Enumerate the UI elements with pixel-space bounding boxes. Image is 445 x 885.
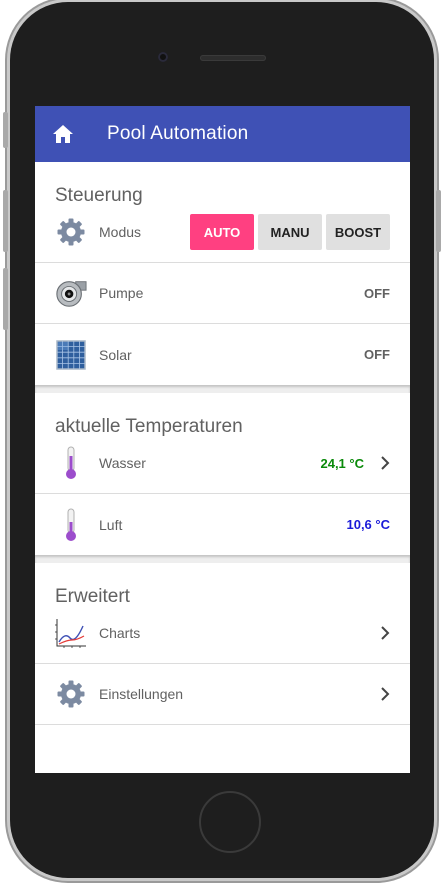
pumpe-label: Pumpe bbox=[99, 285, 144, 301]
manu-button[interactable]: MANU bbox=[258, 214, 322, 250]
section-title-steuerung: Steuerung bbox=[55, 185, 143, 206]
home-icon[interactable] bbox=[35, 124, 91, 144]
chart-icon bbox=[55, 617, 87, 649]
boost-button[interactable]: BOOST bbox=[326, 214, 390, 250]
thermometer-icon bbox=[55, 508, 87, 541]
einstellungen-row[interactable]: Einstellungen bbox=[35, 664, 410, 725]
wasser-row[interactable]: Wasser 24,1 °C bbox=[35, 433, 410, 494]
power-button bbox=[436, 190, 441, 252]
front-camera bbox=[158, 52, 168, 62]
gear-icon bbox=[55, 678, 87, 710]
solar-label: Solar bbox=[99, 346, 132, 363]
section-title-erweitert: Erweitert bbox=[55, 586, 130, 607]
card-separator bbox=[35, 555, 410, 563]
modus-row: Modus AUTO MANU BOOST bbox=[35, 202, 410, 263]
app-title: Pool Automation bbox=[107, 123, 249, 144]
charts-row[interactable]: Charts bbox=[35, 603, 410, 664]
gear-icon bbox=[55, 216, 87, 248]
app-screen: Pool Automation Steuerung Modus AUTO MAN… bbox=[35, 106, 410, 773]
luft-temperature: 10,6 °C bbox=[346, 517, 390, 532]
luft-label: Luft bbox=[99, 516, 123, 533]
wasser-label: Wasser bbox=[99, 455, 146, 471]
auto-button[interactable]: AUTO bbox=[190, 214, 254, 250]
pumpe-row[interactable]: Pumpe OFF bbox=[35, 263, 410, 324]
modus-label: Modus bbox=[99, 224, 142, 240]
app-bar: Pool Automation bbox=[35, 106, 410, 162]
mute-switch bbox=[3, 112, 8, 148]
volume-down-button bbox=[3, 268, 8, 330]
speaker-grille bbox=[200, 55, 266, 61]
pump-icon bbox=[55, 277, 87, 309]
luft-row[interactable]: Luft 10,6 °C bbox=[35, 494, 410, 555]
chevron-right-icon[interactable] bbox=[370, 456, 390, 470]
phone-home-button bbox=[199, 791, 261, 853]
solar-status: OFF bbox=[364, 347, 390, 362]
solar-panel-icon bbox=[55, 339, 87, 371]
volume-up-button bbox=[3, 190, 8, 252]
card-separator bbox=[35, 385, 410, 393]
einstellungen-label: Einstellungen bbox=[99, 686, 184, 702]
thermometer-icon bbox=[55, 446, 87, 479]
solar-row[interactable]: Solar OFF bbox=[35, 324, 410, 385]
section-title-temperaturen: aktuelle Temperaturen bbox=[55, 416, 243, 437]
pumpe-status: OFF bbox=[364, 285, 390, 301]
mode-button-group: AUTO MANU BOOST bbox=[190, 214, 390, 250]
chevron-right-icon[interactable] bbox=[370, 626, 390, 640]
wasser-temperature: 24,1 °C bbox=[320, 455, 364, 471]
charts-label: Charts bbox=[99, 625, 141, 641]
chevron-right-icon[interactable] bbox=[370, 687, 390, 701]
